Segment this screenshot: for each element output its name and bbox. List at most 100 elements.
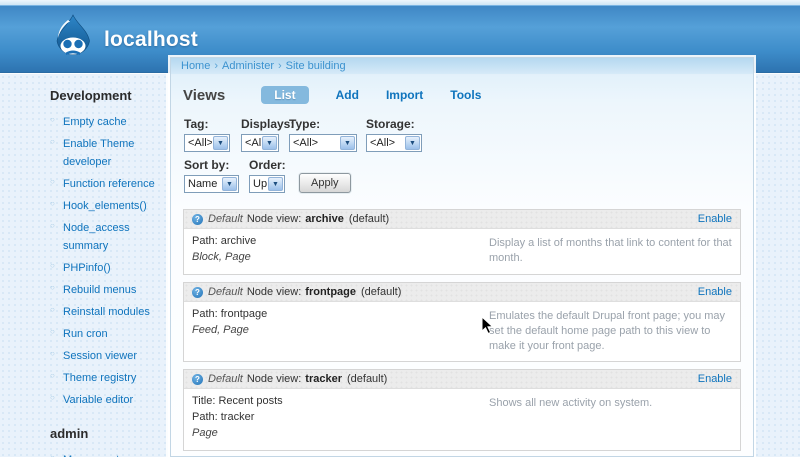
main-content-panel: Home › Administer › Site building Views List… [170,57,754,457]
bullet-icon: ○ [50,115,55,124]
bullet-icon: ○ [50,371,55,380]
chevron-down-icon[interactable]: ▼ [268,177,283,191]
type-select[interactable]: <All> ▼ [289,134,357,152]
sidebar-item-phpinfo[interactable]: ○ PHPinfo() [50,258,162,276]
sort-by-select[interactable]: Name ▼ [184,175,239,193]
bullet-icon: ○ [50,177,55,186]
view-default-suffix: (default) [361,286,402,298]
breadcrumb-separator: › [277,60,282,72]
storage-select[interactable]: <All> ▼ [366,134,422,152]
sidebar-section-admin: admin ○My account ▷Create content ▽Admin… [50,426,160,457]
site-title: localhost [104,28,198,51]
apply-button[interactable]: Apply [299,173,351,193]
view-type-label: Node view: [246,373,302,385]
bullet-icon: ○ [50,305,55,314]
page-title: Views [183,86,226,104]
sidebar-item-node-access-summary[interactable]: ○ Node_access summary [50,218,162,254]
view-row-tracker: ? Default Node view: tracker (default) E… [183,369,741,451]
sidebar-item-rebuild-menus[interactable]: ○ Rebuild menus [50,280,162,298]
tab-add[interactable]: Add [336,88,359,102]
order-label: Order: [249,158,286,172]
breadcrumb-home[interactable]: Home [181,60,210,72]
sidebar-item-reinstall-modules[interactable]: ○ Reinstall modules [50,302,162,320]
displays-filter-label: Displays: [241,117,295,131]
mouse-cursor [481,316,494,335]
sidebar-item-session-viewer[interactable]: ○ Session viewer [50,346,162,364]
sidebar-heading-development: Development [50,88,132,103]
right-margin [754,74,800,457]
displays-select[interactable]: <All> ▼ [241,134,279,152]
sidebar-heading-admin: admin [50,426,89,441]
breadcrumb-administer[interactable]: Administer [222,60,274,72]
view-name: archive [305,213,344,225]
views-list: ? Default Node view: archive (default) E… [171,203,753,451]
chevron-down-icon[interactable]: ▼ [262,136,277,150]
help-icon[interactable]: ? [192,286,203,298]
view-default-flag: Default [208,286,243,298]
sidebar: Development ○ Empty cache ○ Enable Theme d… [0,74,166,457]
drupal-logo-icon [56,14,90,55]
view-name: tracker [305,373,342,385]
sidebar-item-enable-theme-developer[interactable]: ○ Enable Theme developer [50,134,162,170]
sidebar-item-function-reference[interactable]: ○ Function reference [50,174,162,192]
tag-filter-label: Tag: [184,117,209,131]
view-row-frontpage: ? Default Node view: frontpage (default)… [183,282,741,362]
tab-import[interactable]: Import [386,88,423,102]
view-row-archive: ? Default Node view: archive (default) E… [183,209,741,275]
sidebar-section-development: Development ○ Empty cache ○ Enable Theme d… [50,88,160,408]
view-type-label: Node view: [246,213,302,225]
help-icon[interactable]: ? [192,373,203,385]
enable-link[interactable]: Enable [698,213,732,225]
view-displays: Block, Page [192,251,251,263]
enable-link[interactable]: Enable [698,373,732,385]
view-path: Path: archive [192,235,257,247]
bullet-icon: ○ [50,349,55,358]
sidebar-item-empty-cache[interactable]: ○ Empty cache [50,112,162,130]
bullet-icon: ○ [50,283,55,292]
sidebar-item-theme-registry[interactable]: ○ Theme registry [50,368,162,386]
order-select[interactable]: Up ▼ [249,175,285,193]
bullet-icon: ○ [50,261,55,270]
chevron-down-icon[interactable]: ▼ [405,136,420,150]
sidebar-item-hook-elements[interactable]: ○ Hook_elements() [50,196,162,214]
sort-by-label: Sort by: [184,158,230,172]
tabs: List Add Import Tools [261,86,481,104]
help-icon[interactable]: ? [192,213,203,225]
view-type-label: Node view: [246,286,302,298]
view-displays: Page [192,427,218,439]
chevron-down-icon[interactable]: ▼ [213,136,228,150]
view-name: frontpage [305,286,357,298]
view-description: Shows all new activity on system. [489,397,653,409]
breadcrumb-site-building[interactable]: Site building [286,60,346,72]
bullet-icon: ○ [50,453,55,457]
breadcrumb: Home › Administer › Site building [171,58,753,75]
storage-filter-label: Storage: [366,117,415,131]
view-path: Path: frontpage [192,308,268,320]
enable-link[interactable]: Enable [698,286,732,298]
chevron-down-icon[interactable]: ▼ [222,177,237,191]
tag-select[interactable]: <All> ▼ [184,134,230,152]
filters: Tag: <All> ▼ Displays: <All> ▼ Type: <Al… [171,111,753,203]
bullet-icon: ○ [50,327,55,336]
breadcrumb-separator: › [214,60,219,72]
sidebar-item-my-account[interactable]: ○My account [50,450,162,457]
tab-tools[interactable]: Tools [450,88,481,102]
sidebar-item-variable-editor[interactable]: ○ Variable editor [50,390,162,408]
chevron-down-icon[interactable]: ▼ [340,136,355,150]
sidebar-item-run-cron[interactable]: ○ Run cron [50,324,162,342]
view-description: Display a list of months that link to co… [489,237,732,264]
view-title: Title: Recent posts [192,395,283,407]
view-default-flag: Default [208,373,243,385]
view-default-flag: Default [208,213,243,225]
bullet-icon: ○ [50,137,55,146]
tab-list[interactable]: List [261,86,309,104]
view-default-suffix: (default) [348,213,390,225]
type-filter-label: Type: [289,117,321,131]
bullet-icon: ○ [50,393,55,402]
view-path: Path: tracker [192,411,255,423]
bullet-icon: ○ [50,221,55,230]
view-displays: Feed, Page [192,324,249,336]
bullet-icon: ○ [50,199,55,208]
view-default-suffix: (default) [346,373,388,385]
view-description: Emulates the default Drupal front page; … [489,310,726,352]
